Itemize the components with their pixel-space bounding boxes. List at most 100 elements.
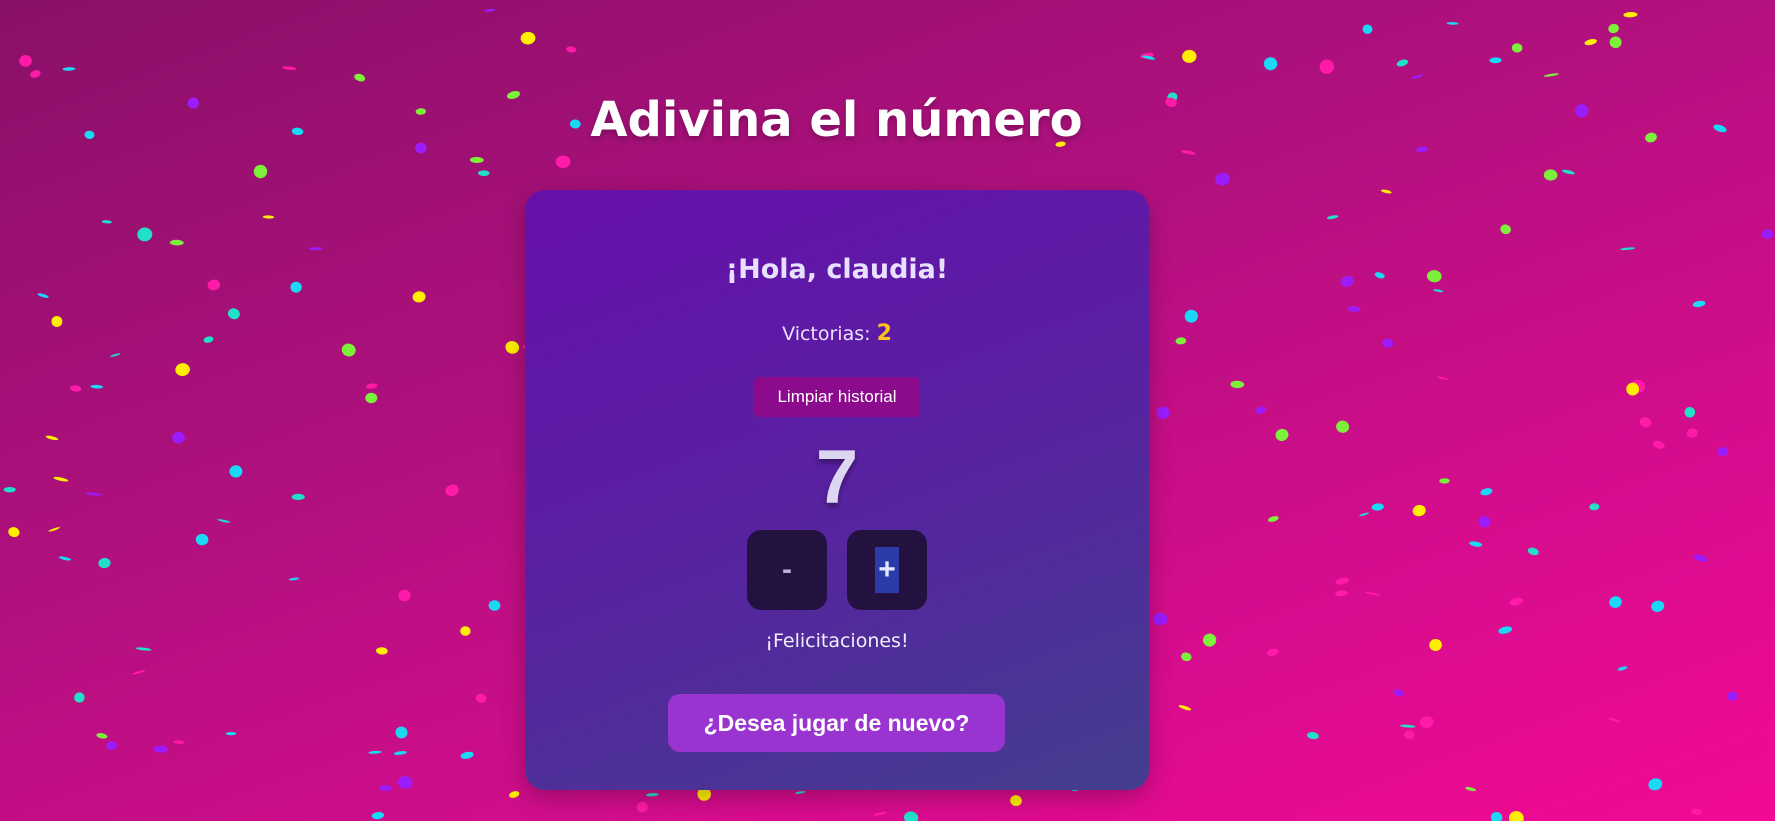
- confetti-piece: [1446, 22, 1459, 25]
- confetti-piece: [1465, 786, 1477, 792]
- confetti-piece: [203, 336, 214, 343]
- confetti-piece: [69, 385, 82, 392]
- confetti-piece: [1307, 732, 1319, 740]
- confetti-piece: [85, 492, 102, 496]
- confetti-piece: [282, 66, 297, 71]
- confetti-piece: [48, 527, 60, 532]
- confetti-piece: [1527, 547, 1539, 556]
- confetti-piece: [1693, 554, 1708, 562]
- confetti-piece: [555, 155, 571, 169]
- confetti-piece: [1359, 512, 1369, 517]
- confetti-piece: [1620, 247, 1636, 251]
- confetti-piece: [1396, 59, 1409, 67]
- plus-label: +: [875, 547, 899, 593]
- confetti-piece: [366, 383, 378, 389]
- confetti-piece: [1255, 406, 1266, 414]
- confetti-piece: [341, 343, 356, 357]
- play-again-button[interactable]: ¿Desea jugar de nuevo?: [668, 694, 1005, 752]
- confetti-piece: [1500, 224, 1511, 235]
- confetti-piece: [1626, 382, 1640, 396]
- confetti-piece: [398, 776, 413, 789]
- confetti-piece: [1684, 407, 1696, 418]
- confetti-piece: [520, 31, 536, 45]
- confetti-piece: [51, 316, 63, 327]
- confetti-piece: [8, 527, 20, 538]
- clear-history-button[interactable]: Limpiar historial: [754, 377, 920, 417]
- confetti-piece: [1623, 11, 1638, 18]
- confetti-piece: [45, 435, 59, 441]
- confetti-piece: [135, 647, 152, 651]
- confetti-piece: [169, 239, 184, 246]
- confetti-piece: [1490, 811, 1503, 821]
- confetti-piece: [1156, 406, 1170, 420]
- confetti-piece: [1382, 338, 1394, 348]
- confetti-piece: [488, 600, 501, 611]
- confetti-piece: [1380, 189, 1392, 194]
- confetti-piece: [376, 647, 388, 655]
- confetti-piece: [1651, 600, 1665, 612]
- confetti-piece: [1509, 597, 1524, 606]
- confetti-piece: [1639, 417, 1652, 428]
- confetti-piece: [1326, 215, 1339, 220]
- confetti-piece: [74, 692, 85, 703]
- confetti-piece: [1340, 275, 1354, 287]
- confetti-piece: [1427, 270, 1442, 283]
- confetti-piece: [58, 556, 72, 561]
- confetti-piece: [566, 46, 577, 53]
- confetti-piece: [195, 533, 209, 546]
- confetti-piece: [1761, 229, 1774, 240]
- confetti-piece: [288, 577, 300, 581]
- confetti-piece: [1267, 648, 1279, 656]
- confetti-piece: [90, 384, 103, 389]
- confetti-piece: [398, 589, 411, 602]
- confetti-piece: [1584, 39, 1597, 46]
- confetti-piece: [30, 70, 41, 78]
- wins-counter: Victorias: 2: [525, 321, 1149, 346]
- confetti-piece: [1335, 590, 1348, 597]
- confetti-piece: [354, 73, 366, 82]
- confetti-piece: [1152, 612, 1168, 626]
- confetti-piece: [1433, 289, 1444, 293]
- confetti-piece: [62, 67, 76, 71]
- confetti-piece: [1726, 691, 1738, 701]
- confetti-piece: [1608, 717, 1621, 723]
- confetti-piece: [227, 308, 240, 320]
- confetti-piece: [794, 791, 806, 794]
- confetti-piece: [1374, 272, 1385, 279]
- confetti-piece: [509, 791, 520, 798]
- confetti-piece: [1263, 57, 1278, 71]
- confetti-piece: [1411, 74, 1423, 80]
- confetti-piece: [1617, 666, 1628, 671]
- confetti-piece: [1184, 309, 1198, 323]
- confetti-piece: [1609, 596, 1622, 608]
- confetti-piece: [1175, 337, 1187, 345]
- confetti-piece: [478, 170, 490, 177]
- confetti-piece: [1489, 57, 1502, 64]
- confetti-piece: [460, 751, 474, 759]
- confetti-piece: [412, 291, 426, 303]
- game-card: ¡Hola, claudia! Victorias: 2 Limpiar his…: [525, 190, 1149, 790]
- confetti-piece: [1717, 446, 1728, 457]
- confetti-piece: [308, 247, 323, 251]
- confetti-piece: [110, 353, 121, 357]
- confetti-piece: [1692, 300, 1706, 308]
- confetti-piece: [1319, 59, 1335, 74]
- confetti-piece: [1509, 811, 1524, 821]
- confetti-piece: [1609, 36, 1622, 49]
- confetti-piece: [1608, 23, 1619, 34]
- confetti-piece: [131, 670, 146, 675]
- confetti-piece: [3, 487, 16, 493]
- confetti-piece: [172, 431, 185, 444]
- wins-label: Victorias:: [782, 323, 871, 345]
- increment-button[interactable]: +: [847, 530, 927, 610]
- confetti-piece: [1511, 43, 1523, 53]
- confetti-piece: [1230, 380, 1245, 389]
- confetti-piece: [37, 293, 49, 298]
- confetti-piece: [1480, 488, 1493, 496]
- decrement-button[interactable]: -: [747, 530, 827, 610]
- confetti-piece: [1686, 428, 1698, 438]
- confetti-piece: [1267, 516, 1279, 522]
- confetti-piece: [1652, 440, 1665, 449]
- confetti-piece: [475, 693, 487, 703]
- confetti-piece: [505, 341, 520, 354]
